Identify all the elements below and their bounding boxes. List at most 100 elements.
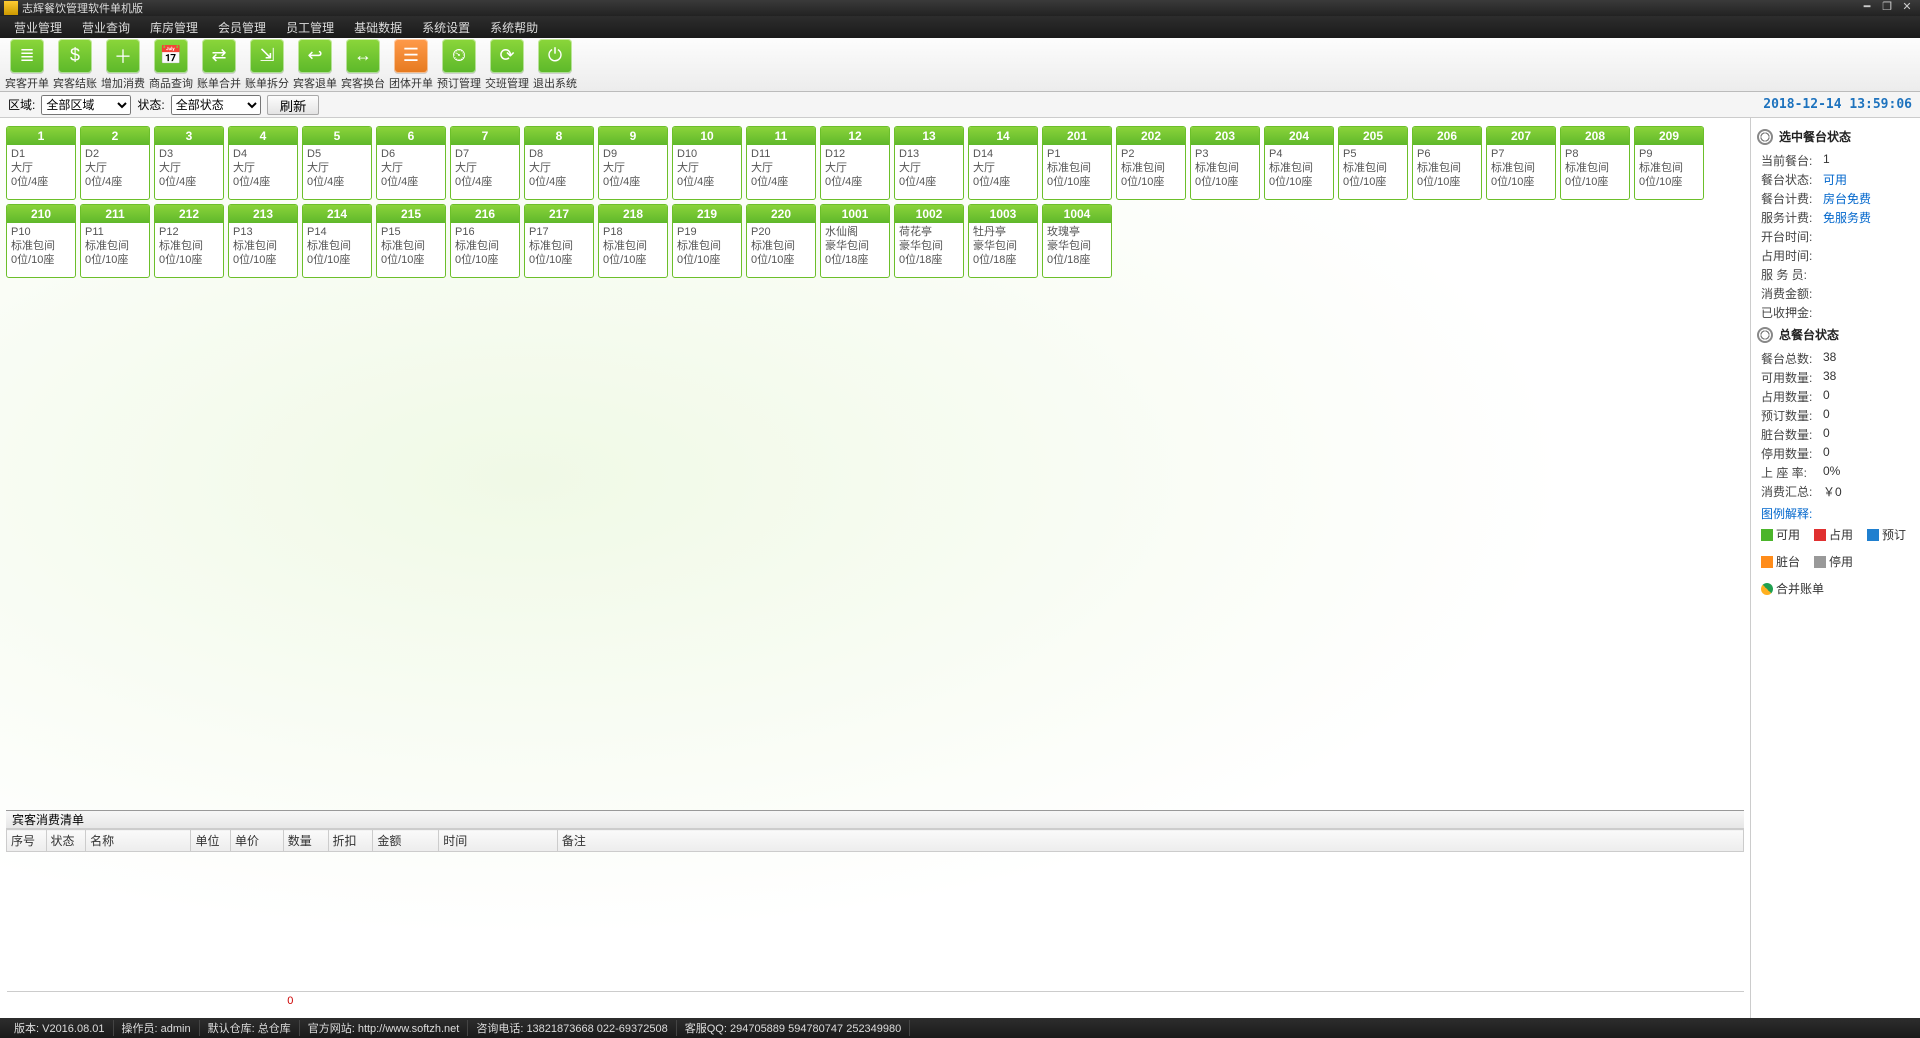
table-room: 标准包间 xyxy=(1195,161,1255,175)
menu-3[interactable]: 会员管理 xyxy=(208,17,276,38)
toolbar-cancel-order[interactable]: ↩宾客退单 xyxy=(294,39,336,91)
order-col[interactable]: 数量 xyxy=(283,830,328,852)
table-seat: 0位/10座 xyxy=(1269,175,1329,189)
table-num: 220 xyxy=(747,205,815,223)
order-col[interactable]: 金额 xyxy=(373,830,439,852)
status-operator: 操作员: admin xyxy=(114,1020,200,1036)
table-card-8[interactable]: 8D8大厅0位/4座 xyxy=(524,126,594,200)
toolbar-reserve[interactable]: ⏲预订管理 xyxy=(438,39,480,91)
toolbar-exit[interactable]: ⏻退出系统 xyxy=(534,39,576,91)
table-card-216[interactable]: 216P16标准包间0位/10座 xyxy=(450,204,520,278)
table-card-203[interactable]: 203P3标准包间0位/10座 xyxy=(1190,126,1260,200)
table-card-209[interactable]: 209P9标准包间0位/10座 xyxy=(1634,126,1704,200)
order-col[interactable]: 状态 xyxy=(46,830,86,852)
table-code: D2 xyxy=(85,147,145,161)
toolbar-goods-query[interactable]: 📅商品查询 xyxy=(150,39,192,91)
table-card-3[interactable]: 3D3大厅0位/4座 xyxy=(154,126,224,200)
order-col[interactable]: 单位 xyxy=(191,830,231,852)
order-col[interactable]: 序号 xyxy=(7,830,47,852)
table-card-213[interactable]: 213P13标准包间0位/10座 xyxy=(228,204,298,278)
table-card-10[interactable]: 10D10大厅0位/4座 xyxy=(672,126,742,200)
toolbar-shift[interactable]: ⟳交班管理 xyxy=(486,39,528,91)
toolbar-change-table[interactable]: ↔宾客换台 xyxy=(342,39,384,91)
minimize-button[interactable]: ━ xyxy=(1858,1,1876,15)
table-code: P10 xyxy=(11,225,71,239)
order-area: 宾客消费清单 序号状态名称单位单价数量折扣金额时间备注 0 xyxy=(6,810,1744,1010)
menu-1[interactable]: 营业查询 xyxy=(72,17,140,38)
order-col[interactable]: 名称 xyxy=(86,830,191,852)
table-card-1001[interactable]: 1001水仙阁豪华包间0位/18座 xyxy=(820,204,890,278)
table-num: 11 xyxy=(747,127,815,145)
table-card-210[interactable]: 210P10标准包间0位/10座 xyxy=(6,204,76,278)
table-card-6[interactable]: 6D6大厅0位/4座 xyxy=(376,126,446,200)
menu-4[interactable]: 员工管理 xyxy=(276,17,344,38)
status-select[interactable]: 全部状态 xyxy=(171,95,261,115)
table-card-1[interactable]: 1D1大厅0位/4座 xyxy=(6,126,76,200)
table-card-214[interactable]: 214P14标准包间0位/10座 xyxy=(302,204,372,278)
table-card-215[interactable]: 215P15标准包间0位/10座 xyxy=(376,204,446,278)
table-card-218[interactable]: 218P18标准包间0位/10座 xyxy=(598,204,668,278)
tables-pane: 1D1大厅0位/4座2D2大厅0位/4座3D3大厅0位/4座4D4大厅0位/4座… xyxy=(0,118,1750,1018)
order-col[interactable]: 折扣 xyxy=(328,830,373,852)
table-card-208[interactable]: 208P8标准包间0位/10座 xyxy=(1560,126,1630,200)
table-card-217[interactable]: 217P17标准包间0位/10座 xyxy=(524,204,594,278)
maximize-button[interactable]: ❐ xyxy=(1878,1,1896,15)
table-card-14[interactable]: 14D14大厅0位/4座 xyxy=(968,126,1038,200)
order-col[interactable]: 备注 xyxy=(557,830,1743,852)
table-room: 标准包间 xyxy=(1121,161,1181,175)
table-card-201[interactable]: 201P1标准包间0位/10座 xyxy=(1042,126,1112,200)
table-num: 219 xyxy=(673,205,741,223)
table-room: 豪华包间 xyxy=(1047,239,1107,253)
menu-6[interactable]: 系统设置 xyxy=(412,17,480,38)
table-card-206[interactable]: 206P6标准包间0位/10座 xyxy=(1412,126,1482,200)
menu-0[interactable]: 营业管理 xyxy=(4,17,72,38)
table-card-12[interactable]: 12D12大厅0位/4座 xyxy=(820,126,890,200)
menu-5[interactable]: 基础数据 xyxy=(344,17,412,38)
table-code: P19 xyxy=(677,225,737,239)
table-card-211[interactable]: 211P11标准包间0位/10座 xyxy=(80,204,150,278)
table-num: 214 xyxy=(303,205,371,223)
table-card-11[interactable]: 11D11大厅0位/4座 xyxy=(746,126,816,200)
table-room: 大厅 xyxy=(159,161,219,175)
table-code: D3 xyxy=(159,147,219,161)
table-seat: 0位/10座 xyxy=(603,253,663,267)
toolbar-checkout[interactable]: $宾客结账 xyxy=(54,39,96,91)
table-card-2[interactable]: 2D2大厅0位/4座 xyxy=(80,126,150,200)
close-button[interactable]: ✕ xyxy=(1898,1,1916,15)
table-seat: 0位/18座 xyxy=(1047,253,1107,267)
toolbar-merge-bill[interactable]: ⇄账单合并 xyxy=(198,39,240,91)
merge-bill-icon: ⇄ xyxy=(202,39,236,73)
side-row: 占用时间: xyxy=(1757,246,1914,265)
table-card-5[interactable]: 5D5大厅0位/4座 xyxy=(302,126,372,200)
table-card-204[interactable]: 204P4标准包间0位/10座 xyxy=(1264,126,1334,200)
toolbar-add-consume[interactable]: ＋增加消费 xyxy=(102,39,144,91)
order-col[interactable]: 单价 xyxy=(231,830,284,852)
table-card-13[interactable]: 13D13大厅0位/4座 xyxy=(894,126,964,200)
table-card-207[interactable]: 207P7标准包间0位/10座 xyxy=(1486,126,1556,200)
menu-2[interactable]: 库房管理 xyxy=(140,17,208,38)
table-card-220[interactable]: 220P20标准包间0位/10座 xyxy=(746,204,816,278)
table-card-219[interactable]: 219P19标准包间0位/10座 xyxy=(672,204,742,278)
group-open-label: 团体开单 xyxy=(389,75,433,91)
table-code: D13 xyxy=(899,147,959,161)
side-row: 脏台数量:0 xyxy=(1757,425,1914,444)
table-card-7[interactable]: 7D7大厅0位/4座 xyxy=(450,126,520,200)
table-card-4[interactable]: 4D4大厅0位/4座 xyxy=(228,126,298,200)
table-card-1004[interactable]: 1004玫瑰亭豪华包间0位/18座 xyxy=(1042,204,1112,278)
toolbar-split-bill[interactable]: ⇲账单拆分 xyxy=(246,39,288,91)
menu-7[interactable]: 系统帮助 xyxy=(480,17,548,38)
order-col[interactable]: 时间 xyxy=(439,830,558,852)
table-card-205[interactable]: 205P5标准包间0位/10座 xyxy=(1338,126,1408,200)
table-room: 大厅 xyxy=(307,161,367,175)
area-select[interactable]: 全部区域 xyxy=(41,95,131,115)
table-room: 标准包间 xyxy=(159,239,219,253)
table-code: D8 xyxy=(529,147,589,161)
toolbar-group-open[interactable]: ☰团体开单 xyxy=(390,39,432,91)
table-card-1003[interactable]: 1003牡丹亭豪华包间0位/18座 xyxy=(968,204,1038,278)
table-card-202[interactable]: 202P2标准包间0位/10座 xyxy=(1116,126,1186,200)
toolbar-open-table[interactable]: ≣宾客开单 xyxy=(6,39,48,91)
table-card-9[interactable]: 9D9大厅0位/4座 xyxy=(598,126,668,200)
table-card-1002[interactable]: 1002荷花亭豪华包间0位/18座 xyxy=(894,204,964,278)
refresh-button[interactable]: 刷新 xyxy=(267,95,320,115)
table-card-212[interactable]: 212P12标准包间0位/10座 xyxy=(154,204,224,278)
